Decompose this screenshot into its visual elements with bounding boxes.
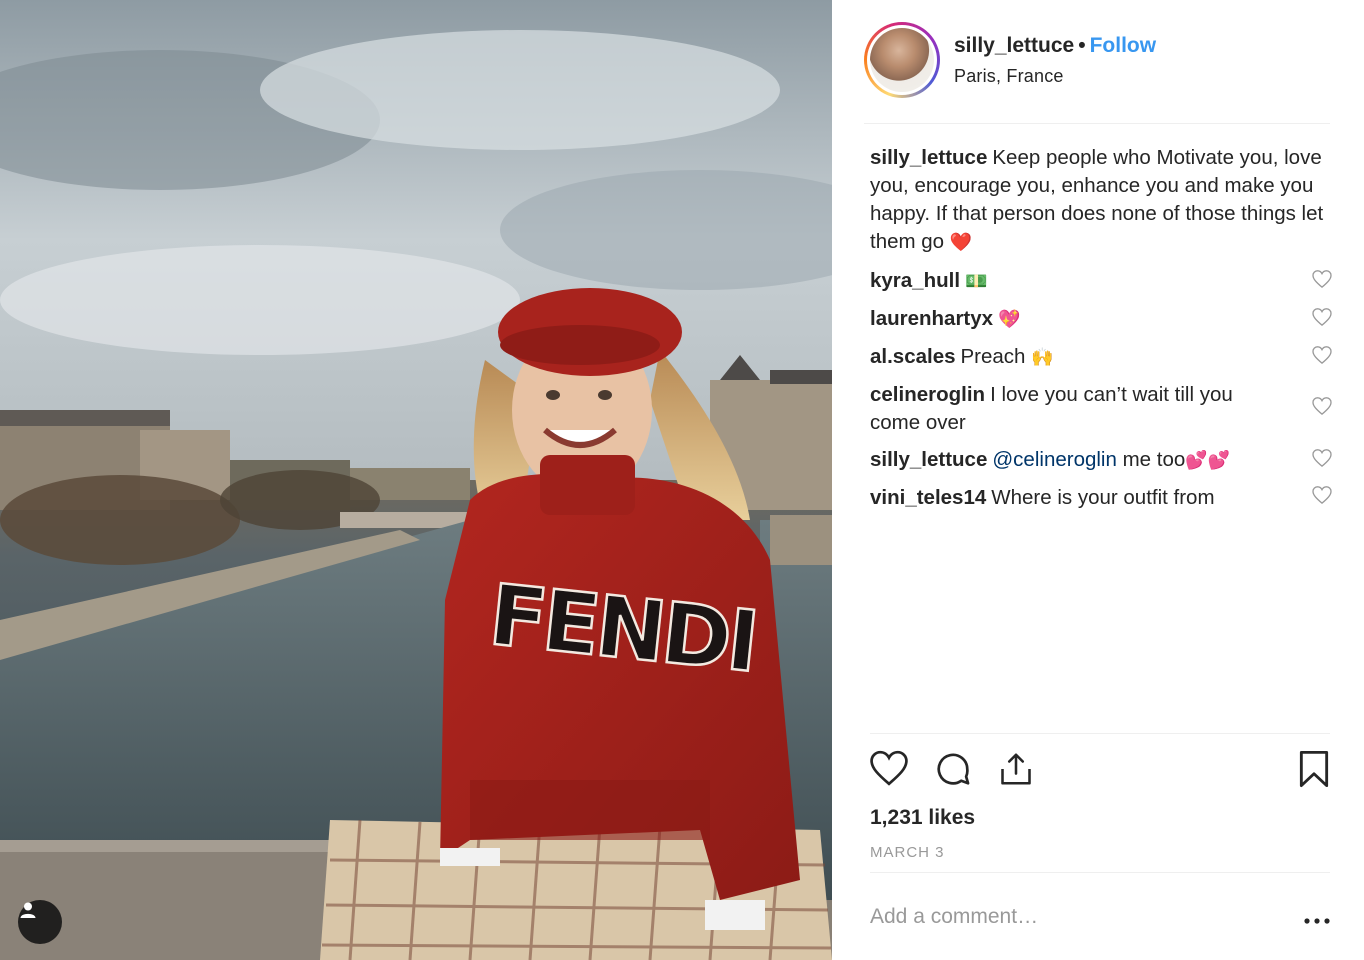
comment-username[interactable]: celineroglin — [870, 383, 985, 406]
post-side-panel: silly_lettuce • Follow Paris, France silly… — [832, 0, 1364, 960]
location-link[interactable]: Paris, France — [954, 66, 1156, 87]
user-silhouette-icon — [20, 902, 36, 918]
story-ring[interactable] — [864, 22, 940, 98]
comment-like-heart-icon[interactable] — [1312, 306, 1332, 334]
comment-text: Preach — [960, 345, 1026, 368]
post-photo[interactable]: FENDI — [0, 0, 832, 960]
add-comment-section: Add a comment… — [870, 872, 1330, 960]
comment-icon[interactable] — [934, 750, 972, 793]
action-bar — [870, 734, 1330, 806]
caption-username[interactable]: silly_lettuce — [870, 146, 987, 169]
bookmark-icon[interactable] — [1298, 750, 1330, 793]
comment-like-heart-icon[interactable] — [1312, 447, 1332, 475]
comment-item: celineroglin I love you can’t wait till y… — [870, 381, 1332, 437]
comment-like-heart-icon[interactable] — [1312, 344, 1332, 372]
comment-username[interactable]: vini_teles14 — [870, 486, 986, 509]
red-heart-emoji: ❤️ — [949, 232, 973, 253]
sparkling-heart-emoji: 💖 — [998, 309, 1021, 330]
comment-item: vini_teles14 Where is your outfit from — [870, 484, 1332, 512]
money-emoji: 💵 — [965, 271, 988, 292]
caption: silly_lettuce Keep people who Motivate yo… — [870, 144, 1332, 257]
share-icon[interactable] — [998, 750, 1034, 793]
heart-icon[interactable] — [870, 750, 908, 791]
comment-text: me too — [1122, 448, 1186, 471]
separator-dot: • — [1078, 34, 1086, 57]
mention-link[interactable]: @celineroglin — [992, 448, 1117, 471]
avatar[interactable] — [870, 28, 934, 92]
follow-button[interactable]: Follow — [1090, 34, 1157, 57]
comment-item: kyra_hull 💵 — [870, 267, 1332, 296]
comment-like-heart-icon[interactable] — [1312, 395, 1332, 423]
comment-username[interactable]: kyra_hull — [870, 269, 960, 292]
comment-username[interactable]: al.scales — [870, 345, 956, 368]
photo-scene: FENDI — [0, 0, 832, 960]
username-link[interactable]: silly_lettuce — [954, 34, 1074, 57]
post-date: MARCH 3 — [870, 844, 945, 861]
likes-count[interactable]: 1,231 likes — [870, 806, 1330, 830]
more-options-icon[interactable] — [1304, 911, 1330, 929]
comment-username[interactable]: laurenhartyx — [870, 307, 993, 330]
comment-like-heart-icon[interactable] — [1312, 268, 1332, 296]
user-tag-icon[interactable] — [18, 900, 62, 944]
comment-item: silly_lettuce @celineroglin me too💕💕 — [870, 446, 1332, 475]
add-comment-input[interactable]: Add a comment… — [870, 905, 1038, 929]
comment-text: Where is your outfit from — [991, 486, 1215, 509]
post-header: silly_lettuce • Follow Paris, France — [864, 22, 1330, 124]
comment-username[interactable]: silly_lettuce — [870, 448, 987, 471]
raising-hands-emoji: 🙌 — [1031, 347, 1054, 368]
comment-item: laurenhartyx 💖 — [870, 305, 1332, 334]
comment-like-heart-icon[interactable] — [1312, 484, 1332, 512]
post-actions-section: 1,231 likes MARCH 3 — [870, 733, 1330, 861]
two-hearts-emoji: 💕💕 — [1185, 450, 1231, 471]
comments-list: silly_lettuce Keep people who Motivate yo… — [870, 144, 1332, 521]
comment-item: al.scales Preach 🙌 — [870, 343, 1332, 372]
